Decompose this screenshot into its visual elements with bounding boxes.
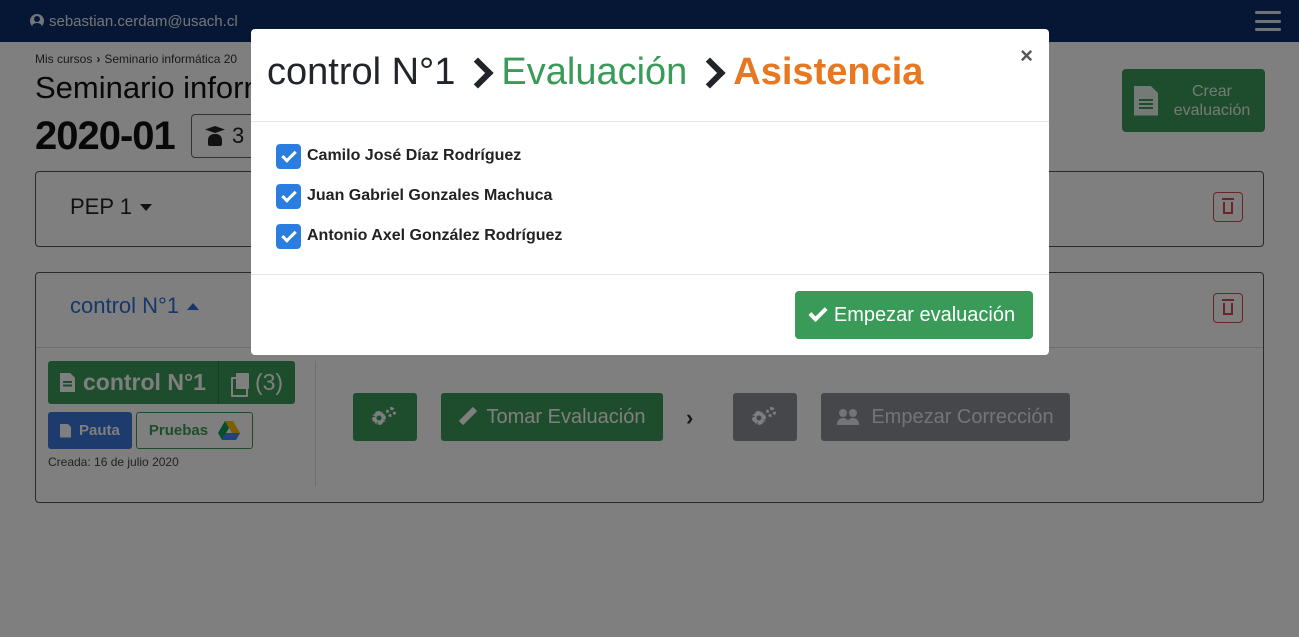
student-list: Camilo José Díaz Rodríguez Juan Gabriel … [251, 122, 1049, 275]
student-row: Juan Gabriel Gonzales Machuca [276, 176, 1024, 216]
student-checkbox[interactable] [276, 223, 301, 249]
modal-footer: Empezar evaluación [251, 275, 1049, 355]
student-row: Antonio Axel González Rodríguez [276, 216, 1024, 256]
modal-header: control N°1 Evaluación Asistencia × [251, 29, 1049, 122]
student-row: Camilo José Díaz Rodríguez [276, 136, 1024, 176]
student-checkbox[interactable] [276, 183, 301, 209]
start-evaluation-label: Empezar evaluación [833, 303, 1016, 326]
student-checkbox[interactable] [276, 143, 301, 169]
check-icon [808, 302, 828, 323]
student-name[interactable]: Camilo José Díaz Rodríguez [307, 147, 521, 165]
attendance-modal: control N°1 Evaluación Asistencia × Cami… [251, 29, 1049, 355]
modal-title-step-evaluation: Evaluación [501, 51, 688, 93]
start-evaluation-button[interactable]: Empezar evaluación [795, 291, 1033, 339]
chevron-right-icon [467, 56, 489, 90]
close-icon[interactable]: × [1020, 45, 1033, 67]
modal-title-evaluation-name: control N°1 [267, 51, 456, 93]
student-name[interactable]: Juan Gabriel Gonzales Machuca [307, 187, 552, 205]
chevron-right-icon [699, 56, 721, 90]
student-name[interactable]: Antonio Axel González Rodríguez [307, 227, 562, 245]
modal-title: control N°1 Evaluación Asistencia [267, 51, 923, 94]
modal-title-step-attendance: Asistencia [733, 51, 924, 93]
